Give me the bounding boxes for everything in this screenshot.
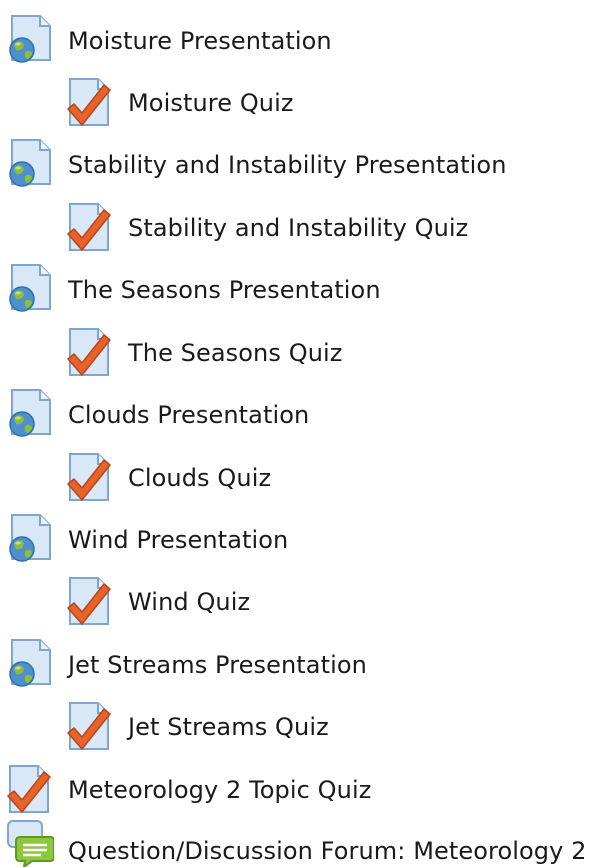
activity-link[interactable]: Wind Quiz [128,587,250,617]
activity-seasons-presentation[interactable]: The Seasons Presentation [4,262,381,318]
activity-moisture-quiz[interactable]: Moisture Quiz [64,75,294,131]
activity-discussion-forum[interactable]: Question/Discussion Forum: Meteorology 2 [4,811,587,867]
activity-wind-presentation[interactable]: Wind Presentation [4,512,288,568]
activity-jet-streams-quiz[interactable]: Jet Streams Quiz [64,699,329,755]
activity-jet-streams-presentation[interactable]: Jet Streams Presentation [4,637,367,693]
activity-moisture-presentation[interactable]: Moisture Presentation [4,13,332,69]
globe-document-icon [4,13,54,69]
activity-link[interactable]: Clouds Presentation [68,400,309,430]
activity-link[interactable]: Stability and Instability Presentation [68,150,507,180]
activity-stability-presentation[interactable]: Stability and Instability Presentation [4,137,507,193]
globe-document-icon [4,512,54,568]
activity-link[interactable]: Moisture Presentation [68,26,332,56]
activity-topic-quiz[interactable]: Meteorology 2 Topic Quiz [4,762,371,818]
activity-link[interactable]: Clouds Quiz [128,463,271,493]
quiz-check-icon [64,574,114,630]
globe-document-icon [4,387,54,443]
activity-link[interactable]: Meteorology 2 Topic Quiz [68,775,371,805]
activity-link[interactable]: Moisture Quiz [128,88,294,118]
activity-clouds-quiz[interactable]: Clouds Quiz [64,450,271,506]
quiz-check-icon [64,200,114,256]
globe-document-icon [4,137,54,193]
quiz-check-icon [64,325,114,381]
activity-link[interactable]: Question/Discussion Forum: Meteorology 2 [68,812,587,866]
quiz-check-icon [64,75,114,131]
activity-seasons-quiz[interactable]: The Seasons Quiz [64,325,342,381]
activity-link[interactable]: Stability and Instability Quiz [128,213,468,243]
quiz-check-icon [4,762,54,818]
globe-document-icon [4,262,54,318]
globe-document-icon [4,637,54,693]
activity-link[interactable]: Jet Streams Quiz [128,712,329,742]
activity-link[interactable]: The Seasons Presentation [68,275,381,305]
quiz-check-icon [64,450,114,506]
activity-wind-quiz[interactable]: Wind Quiz [64,574,250,630]
activity-link[interactable]: Jet Streams Presentation [68,650,367,680]
quiz-check-icon [64,699,114,755]
activity-clouds-presentation[interactable]: Clouds Presentation [4,387,309,443]
forum-speech-icon [4,811,54,867]
activity-link[interactable]: Wind Presentation [68,525,288,555]
activity-link[interactable]: The Seasons Quiz [128,338,342,368]
activity-stability-quiz[interactable]: Stability and Instability Quiz [64,200,468,256]
